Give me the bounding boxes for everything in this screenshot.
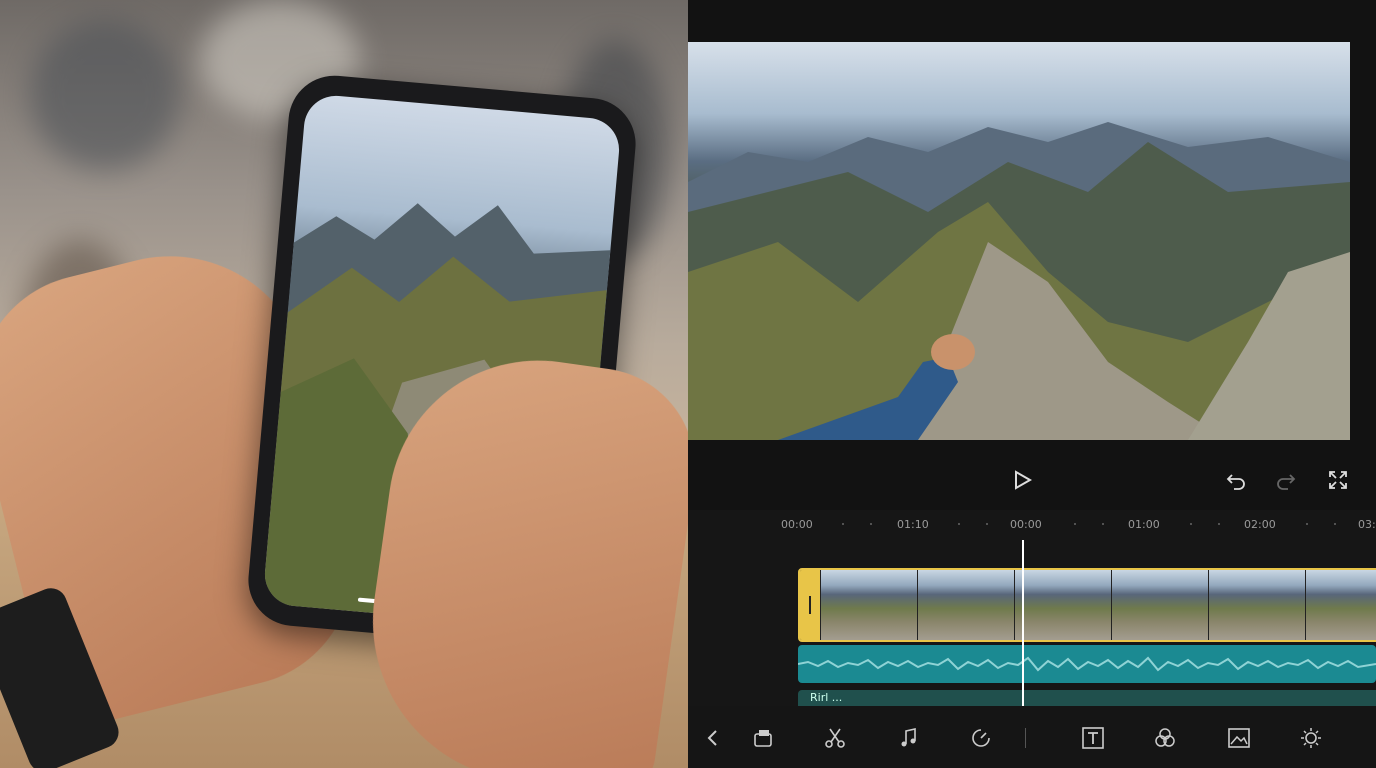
preview-mountain-scene	[688, 122, 1350, 440]
timeline[interactable]: 00:00 01:10 00:00 01:00 02:00 03: Rirl .…	[688, 510, 1376, 706]
fullscreen-icon[interactable]	[1324, 466, 1352, 494]
playhead[interactable]	[1022, 540, 1024, 706]
bottom-toolbar	[688, 706, 1376, 768]
subtitle-track-label: Rirl ...	[810, 691, 843, 704]
clip-thumbnail	[1111, 570, 1208, 640]
video-editor: 00:00 01:10 00:00 01:00 02:00 03: Rirl .…	[688, 0, 1376, 768]
tick-label: 03:	[1358, 518, 1376, 531]
video-clip-track[interactable]	[798, 568, 1376, 642]
clip-thumbnail	[1014, 570, 1111, 640]
redo-icon[interactable]	[1272, 466, 1300, 494]
music-note-icon[interactable]	[894, 723, 924, 753]
tick-label: 01:00	[1128, 518, 1160, 531]
background-photo	[0, 0, 688, 768]
image-icon[interactable]	[1224, 723, 1254, 753]
text-icon[interactable]	[1078, 723, 1108, 753]
video-preview[interactable]	[688, 42, 1350, 440]
back-chevron-icon[interactable]	[698, 723, 728, 753]
speed-icon[interactable]	[966, 723, 996, 753]
adjust-icon[interactable]	[1296, 723, 1326, 753]
audio-track[interactable]	[798, 645, 1376, 683]
subtitle-track[interactable]: Rirl ...	[798, 690, 1376, 706]
clip-thumbnail	[917, 570, 1014, 640]
undo-icon[interactable]	[1222, 466, 1250, 494]
scissors-icon[interactable]	[820, 723, 850, 753]
tick-label: 01:10	[897, 518, 929, 531]
tick-label: 02:00	[1244, 518, 1276, 531]
filters-icon[interactable]	[1150, 723, 1180, 753]
audio-waveform	[798, 656, 1376, 672]
playback-controls	[688, 452, 1376, 510]
trim-handle-left[interactable]	[800, 570, 820, 640]
clip-thumbnail	[820, 570, 917, 640]
clip-thumbnail	[1305, 570, 1376, 640]
toolbar-divider	[1025, 728, 1026, 748]
clip-thumbnail	[1208, 570, 1305, 640]
play-icon[interactable]	[1008, 466, 1036, 494]
tick-label: 00:00	[781, 518, 813, 531]
tick-label: 00:00	[1010, 518, 1042, 531]
stickers-icon[interactable]	[748, 723, 778, 753]
time-ruler: 00:00 01:10 00:00 01:00 02:00 03:	[688, 510, 1376, 538]
